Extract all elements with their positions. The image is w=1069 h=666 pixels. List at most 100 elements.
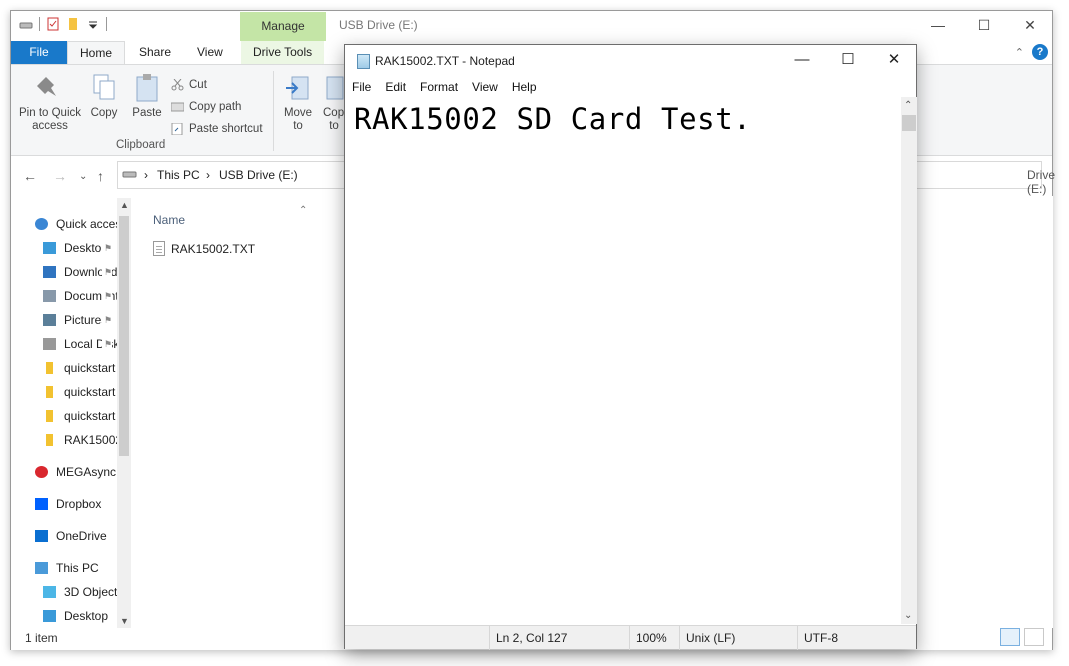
pictures-icon [43,314,56,326]
copy-to-label: Copy to [323,107,345,132]
recent-locations-icon[interactable]: ⌄ [79,171,87,182]
help-controls: ⌃ ? [1015,44,1048,60]
sidebar-item-label: This PC [56,561,99,575]
close-button[interactable]: ✕ [1007,11,1053,41]
sidebar-item-label: Documents [64,289,125,303]
notepad-titlebar: RAK15002.TXT - Notepad — ☐ ✕ [345,45,916,77]
sidebar-item-label: Downloads [64,265,124,279]
pin-label: Pin to Quick access [19,107,81,132]
copy-to-icon [323,73,345,103]
notepad-window: RAK15002.TXT - Notepad — ☐ ✕ File Edit F… [344,44,917,650]
drive-icon [122,166,138,183]
sidebar-item-label: Dropbox [56,497,102,511]
desktop-icon [43,610,56,622]
onedrive-icon [35,530,48,542]
details-view-icon[interactable] [1000,628,1020,646]
tab-view[interactable]: View [185,41,235,64]
paste-shortcut-icon [171,122,184,136]
tab-drive-tools[interactable]: Drive Tools [241,41,325,64]
scroll-up-icon[interactable]: ▲ [120,200,129,210]
copy-path-label: Copy path [189,101,242,113]
tab-share[interactable]: Share [127,41,183,64]
download-icon [43,266,56,278]
collapse-ribbon-icon[interactable]: ⌃ [1015,46,1024,59]
sidebar-item-label: quickstart [64,385,116,399]
sidebar-item-label: quickstart [64,361,116,375]
tab-home[interactable]: Home [67,41,126,65]
notepad-scroll-thumb[interactable] [902,115,916,131]
up-arrow-icon[interactable]: ↑ [97,168,104,184]
minimize-button[interactable]: — [915,11,961,41]
paste-shortcut-button[interactable]: Paste shortcut [171,122,263,136]
folder-icon [46,434,53,446]
notepad-title: RAK15002.TXT - Notepad [375,54,515,68]
drive-icon [43,338,56,350]
nav-scrollbar[interactable]: ▲ ▼ [117,198,131,628]
toolbar-divider [39,17,40,31]
group-divider [273,71,274,151]
copy-button[interactable]: Copy [89,73,119,120]
move-to-label: Move to [283,107,313,132]
drive-icon[interactable] [19,17,33,31]
nav-scroll-thumb[interactable] [119,216,129,456]
breadcrumb-this-pc[interactable]: This PC [157,168,200,182]
breadcrumb-separator: › [206,168,210,182]
notepad-minimize-button[interactable]: — [779,45,825,77]
copy-to-button[interactable]: Copy to [323,73,345,133]
move-to-button[interactable]: Move to [281,73,315,133]
menu-edit[interactable]: Edit [378,77,413,97]
scroll-up-icon[interactable]: ⌃ [904,100,912,111]
pin-to-quick-access-button[interactable]: Pin to Quick access [15,73,85,133]
notepad-status-bar: Ln 2, Col 127 100% Unix (LF) UTF-8 [345,625,916,650]
move-to-icon [284,73,312,103]
back-arrow-icon[interactable]: ← [23,168,37,184]
column-header-name[interactable]: Name [153,213,185,227]
zoom-level: 100% [629,626,679,650]
scroll-down-icon[interactable]: ▼ [120,616,129,626]
maximize-button[interactable]: ☐ [961,11,1007,41]
clipboard-group-label: Clipboard [116,139,166,151]
window-title: USB Drive (E:) [339,18,418,32]
breadcrumb-usb-drive[interactable]: USB Drive (E:) [219,168,298,182]
sidebar-item-label: OneDrive [56,529,107,543]
menu-file[interactable]: File [345,77,378,97]
file-row[interactable]: RAK15002.TXT [153,241,255,256]
notepad-menubar: File Edit Format View Help [345,77,916,97]
3d-objects-icon [43,586,56,598]
tab-file[interactable]: File [11,41,67,64]
paste-button[interactable]: Paste [129,73,165,120]
scroll-down-icon[interactable]: ⌄ [904,610,912,621]
folder-icon [46,410,53,422]
pin-icon [36,73,64,103]
mega-icon [35,466,48,478]
navigation-pane: Quick access Desktop ⚑ Downloads ⚑ Documents ⚑… [11,196,133,628]
tab-manage[interactable]: Manage [240,12,326,41]
customize-toolbar-icon[interactable] [86,17,100,31]
copy-path-button[interactable]: Copy path [170,101,242,113]
cut-button[interactable]: Cut [171,78,207,91]
notepad-maximize-button[interactable]: ☐ [825,45,871,77]
notepad-text-area[interactable]: RAK15002 SD Card Test. [345,97,901,624]
help-icon[interactable]: ? [1032,44,1048,60]
copy-icon [90,73,118,103]
menu-format[interactable]: Format [413,77,465,97]
pin-icon: ⚑ [102,237,113,259]
file-name: RAK15002.TXT [171,241,256,256]
text-file-icon [153,241,165,256]
copy-path-icon [170,101,185,113]
item-count: 1 item [25,631,58,645]
menu-help[interactable]: Help [505,77,544,97]
explorer-titlebar: Manage USB Drive (E:) — ☐ ✕ [11,11,1052,41]
view-toggle [1000,628,1044,646]
paste-label: Paste [132,107,162,119]
forward-arrow-icon[interactable]: → [53,168,67,184]
line-endings: Unix (LF) [679,626,797,650]
toolbar-divider [106,17,107,31]
properties-icon[interactable] [46,17,60,31]
documents-icon [43,290,56,302]
notepad-scrollbar[interactable]: ⌃ ⌄ [901,97,917,624]
large-icons-view-icon[interactable] [1024,628,1044,646]
new-folder-icon[interactable] [66,17,80,31]
menu-view[interactable]: View [465,77,505,97]
notepad-close-button[interactable]: ✕ [871,45,917,77]
